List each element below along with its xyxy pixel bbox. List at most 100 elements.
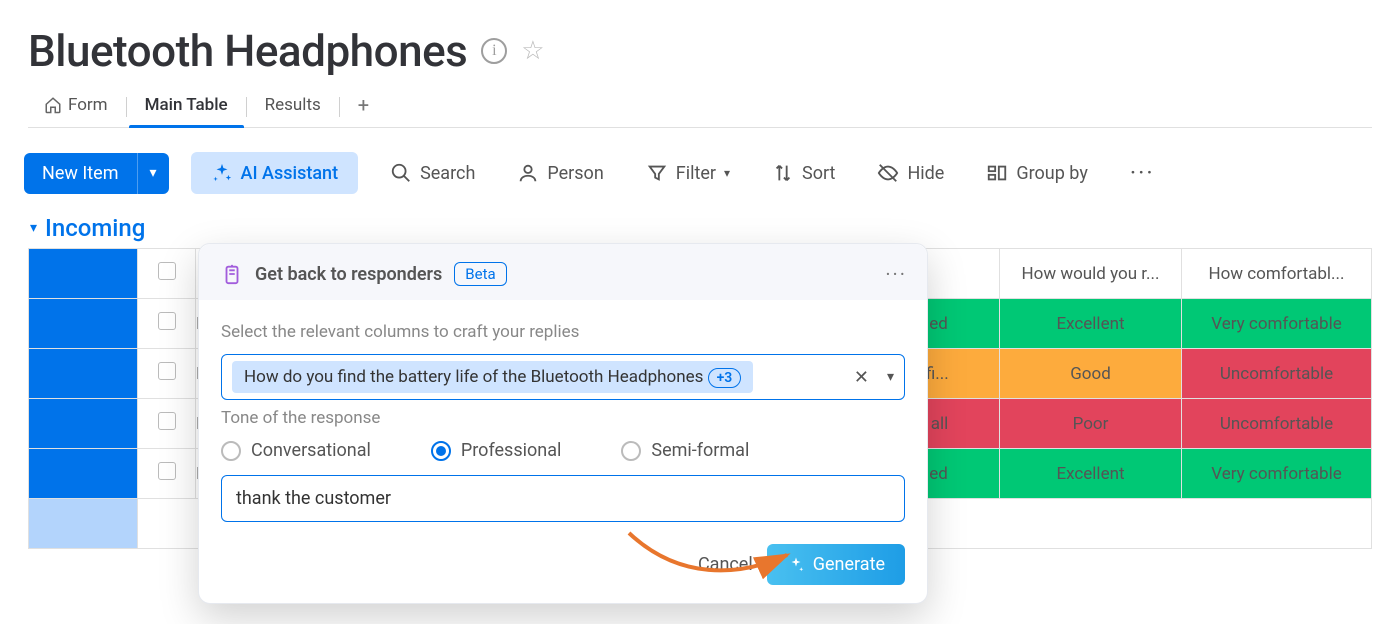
tab-form[interactable]: Form bbox=[28, 87, 124, 127]
new-item-dropdown[interactable]: ▾ bbox=[137, 153, 169, 194]
group-color-bar bbox=[29, 249, 138, 299]
radio-label: Professional bbox=[461, 440, 561, 461]
clear-selection-icon[interactable]: ✕ bbox=[854, 367, 869, 388]
checkbox-icon bbox=[158, 362, 176, 380]
view-tabs: Form Main Table Results + bbox=[28, 87, 1372, 128]
tab-results-label: Results bbox=[265, 95, 321, 115]
comfort-cell[interactable]: Very comfortable bbox=[1182, 449, 1372, 499]
person-label: Person bbox=[547, 163, 603, 184]
ai-assistant-button[interactable]: AI Assistant bbox=[191, 152, 359, 194]
popover-body: Select the relevant columns to craft you… bbox=[199, 300, 927, 522]
radio-label: Conversational bbox=[251, 440, 371, 461]
prompt-input[interactable] bbox=[221, 475, 905, 522]
sparkle-icon bbox=[211, 162, 233, 184]
table-area: atus How would you r... How comfortabl..… bbox=[28, 248, 1372, 549]
ai-assistant-label: AI Assistant bbox=[241, 163, 339, 184]
popover-actions: Cancel Generate bbox=[199, 544, 927, 585]
group-by-button[interactable]: Group by bbox=[976, 156, 1097, 190]
toolbar: New Item ▾ AI Assistant Search Person Fi… bbox=[24, 152, 1372, 194]
row-checkbox[interactable] bbox=[138, 449, 196, 499]
group-name: Incoming bbox=[45, 214, 145, 242]
chip-text: How do you find the battery life of the … bbox=[244, 367, 703, 387]
hide-button[interactable]: Hide bbox=[867, 156, 954, 190]
generate-sparkle-icon bbox=[787, 556, 805, 574]
tone-semi-formal[interactable]: Semi-formal bbox=[621, 440, 749, 461]
tab-main-label: Main Table bbox=[145, 95, 228, 115]
filter-button[interactable]: Filter ▾ bbox=[636, 156, 740, 190]
checkbox-icon bbox=[158, 462, 176, 480]
rating-cell[interactable]: Excellent bbox=[1000, 299, 1182, 349]
comfort-cell[interactable]: Uncomfortable bbox=[1182, 399, 1372, 449]
rating-cell[interactable]: Poor bbox=[1000, 399, 1182, 449]
beta-badge: Beta bbox=[454, 262, 506, 286]
ai-assistant-popover: Get back to responders Beta ··· Select t… bbox=[198, 243, 928, 604]
tab-main-table[interactable]: Main Table bbox=[129, 87, 244, 127]
popover-title: Get back to responders bbox=[255, 264, 442, 285]
comfort-cell[interactable]: Very comfortable bbox=[1182, 299, 1372, 349]
group-color-bar bbox=[29, 299, 138, 349]
chevron-down-icon: ▾ bbox=[30, 220, 37, 236]
popover-header: Get back to responders Beta ··· bbox=[199, 244, 927, 300]
filter-icon bbox=[646, 162, 668, 184]
star-icon[interactable]: ☆ bbox=[521, 36, 544, 66]
comfort-cell[interactable]: Uncomfortable bbox=[1182, 349, 1372, 399]
generate-button[interactable]: Generate bbox=[767, 544, 905, 585]
person-button[interactable]: Person bbox=[507, 156, 613, 190]
search-label: Search bbox=[420, 163, 475, 184]
info-icon[interactable]: i bbox=[481, 38, 507, 64]
tone-professional[interactable]: Professional bbox=[431, 440, 561, 461]
tab-results[interactable]: Results bbox=[249, 87, 337, 127]
cancel-button[interactable]: Cancel bbox=[698, 554, 753, 575]
group-by-icon bbox=[986, 162, 1008, 184]
column-selector[interactable]: How do you find the battery life of the … bbox=[221, 354, 905, 400]
radio-label: Semi-formal bbox=[651, 440, 749, 461]
comfort-column-header[interactable]: How comfortabl... bbox=[1182, 249, 1372, 299]
tab-separator bbox=[246, 97, 247, 117]
row-checkbox[interactable] bbox=[138, 399, 196, 449]
checkbox-icon bbox=[158, 412, 176, 430]
page-header: Bluetooth Headphones i ☆ bbox=[28, 25, 1372, 77]
sort-button[interactable]: Sort bbox=[762, 156, 845, 190]
add-tab-button[interactable]: + bbox=[342, 93, 385, 117]
tone-label: Tone of the response bbox=[221, 408, 905, 428]
rating-cell[interactable]: Good bbox=[1000, 349, 1182, 399]
search-button[interactable]: Search bbox=[380, 156, 485, 190]
group-color-bar bbox=[29, 449, 138, 499]
sort-label: Sort bbox=[802, 163, 835, 184]
search-icon bbox=[390, 162, 412, 184]
tone-radio-group: Conversational Professional Semi-formal bbox=[221, 440, 905, 461]
tab-separator bbox=[126, 97, 127, 117]
new-item-main[interactable]: New Item bbox=[24, 153, 137, 194]
chevron-down-icon[interactable]: ▾ bbox=[877, 369, 894, 385]
page-title: Bluetooth Headphones bbox=[28, 25, 467, 77]
group-header[interactable]: ▾ Incoming bbox=[30, 214, 1372, 242]
hide-label: Hide bbox=[907, 163, 944, 184]
hide-icon bbox=[877, 162, 899, 184]
rating-cell[interactable]: Excellent bbox=[1000, 449, 1182, 499]
popover-more-button[interactable]: ··· bbox=[885, 262, 907, 286]
checkbox-icon bbox=[158, 262, 176, 280]
sort-icon bbox=[772, 162, 794, 184]
row-checkbox[interactable] bbox=[138, 299, 196, 349]
tone-conversational[interactable]: Conversational bbox=[221, 440, 371, 461]
new-item-button[interactable]: New Item ▾ bbox=[24, 153, 169, 194]
group-color-bar bbox=[29, 399, 138, 449]
row-checkbox[interactable] bbox=[138, 349, 196, 399]
rating-column-header[interactable]: How would you r... bbox=[1000, 249, 1182, 299]
tab-form-label: Form bbox=[68, 95, 108, 115]
more-count-pill: +3 bbox=[708, 368, 742, 388]
select-all[interactable] bbox=[138, 249, 196, 299]
group-color-bar bbox=[29, 349, 138, 399]
column-select-label: Select the relevant columns to craft you… bbox=[221, 322, 905, 342]
more-button[interactable]: ··· bbox=[1120, 153, 1165, 193]
checkbox-icon bbox=[158, 312, 176, 330]
chevron-down-icon: ▾ bbox=[724, 166, 730, 180]
group-by-label: Group by bbox=[1016, 163, 1087, 184]
home-icon bbox=[44, 96, 62, 114]
tab-separator bbox=[339, 97, 340, 117]
filter-label: Filter bbox=[676, 163, 716, 184]
selected-column-chip[interactable]: How do you find the battery life of the … bbox=[232, 361, 753, 393]
person-icon bbox=[517, 162, 539, 184]
ai-sparkle-icon bbox=[221, 263, 243, 285]
generate-label: Generate bbox=[813, 554, 885, 575]
